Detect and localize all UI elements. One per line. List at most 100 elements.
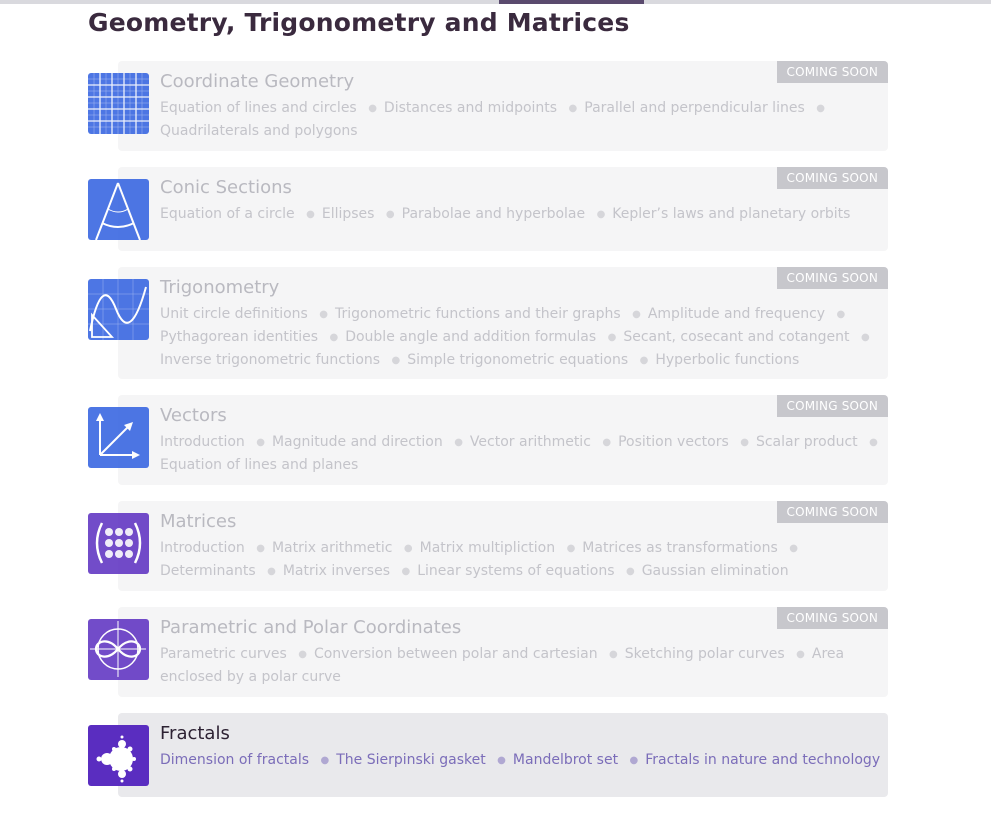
course-title[interactable]: Coordinate Geometry bbox=[160, 71, 354, 92]
topic-link[interactable]: Introduction bbox=[160, 434, 245, 450]
topic-separator-dot: ● bbox=[401, 566, 411, 577]
topic-separator-dot: ● bbox=[639, 355, 649, 366]
topic-separator-dot: ● bbox=[320, 755, 330, 766]
course-title[interactable]: Parametric and Polar Coordinates bbox=[160, 617, 461, 638]
topic-link[interactable]: Determinants bbox=[160, 563, 256, 579]
course-conic-sections[interactable]: Conic Sections Equation of a circle ● Ell… bbox=[88, 167, 888, 251]
topic-link[interactable]: The Sierpinski gasket bbox=[336, 752, 486, 768]
topic-link[interactable]: Parallel and perpendicular lines bbox=[584, 100, 804, 116]
topic-separator-dot: ● bbox=[796, 649, 805, 660]
topic-separator-dot: ● bbox=[267, 566, 276, 577]
topic-link[interactable]: Simple trigonometric equations bbox=[407, 352, 628, 368]
course-coordinate-geometry[interactable]: Coordinate Geometry Equation of lines an… bbox=[88, 61, 888, 151]
course-topics: Introduction ● Matrix arithmetic ● Matrix … bbox=[160, 537, 885, 583]
cone-icon bbox=[88, 179, 149, 240]
topic-separator-dot: ● bbox=[816, 103, 825, 114]
topic-link[interactable]: Ellipses bbox=[322, 206, 375, 222]
sine-wave-icon bbox=[88, 279, 149, 340]
topic-link[interactable]: Equation of a circle bbox=[160, 206, 295, 222]
topic-separator-dot: ● bbox=[403, 543, 413, 554]
topic-link[interactable]: Vector arithmetic bbox=[470, 434, 591, 450]
course-vectors[interactable]: Vectors Introduction ● Magnitude and dire… bbox=[88, 395, 888, 485]
topic-link[interactable]: Scalar product bbox=[756, 434, 858, 450]
topic-separator-dot: ● bbox=[256, 437, 265, 448]
course-topics: Introduction ● Magnitude and direction ● V… bbox=[160, 431, 885, 476]
topic-separator-dot: ● bbox=[568, 103, 578, 114]
course-topics: Dimension of fractals ● The Sierpinski ga… bbox=[160, 749, 885, 772]
topic-link[interactable]: Trigonometric functions and their graphs bbox=[335, 306, 621, 322]
topic-link[interactable]: Kepler’s laws and planetary orbits bbox=[612, 206, 850, 222]
topic-separator-dot: ● bbox=[454, 437, 463, 448]
course-fractals[interactable]: Fractals Dimension of fractals ● The Sier… bbox=[88, 713, 888, 797]
topic-link[interactable]: Sketching polar curves bbox=[625, 646, 785, 662]
course-trigonometry[interactable]: Trigonometry Unit circle definitions ● Tr… bbox=[88, 267, 888, 379]
topic-link[interactable]: Matrix multipliction bbox=[420, 540, 556, 556]
topic-separator-dot: ● bbox=[860, 332, 870, 343]
mandelbrot-icon bbox=[88, 725, 149, 786]
topic-separator-dot: ● bbox=[625, 566, 635, 577]
topic-separator-dot: ● bbox=[869, 437, 878, 448]
topic-link[interactable]: Equation of lines and circles bbox=[160, 100, 357, 116]
topic-link[interactable]: Magnitude and direction bbox=[272, 434, 443, 450]
topic-link[interactable]: Unit circle definitions bbox=[160, 306, 308, 322]
course-title[interactable]: Fractals bbox=[160, 723, 230, 744]
topic-separator-dot: ● bbox=[256, 543, 265, 554]
topic-separator-dot: ● bbox=[306, 209, 315, 220]
topic-link[interactable]: Double angle and addition formulas bbox=[345, 329, 596, 345]
topic-separator-dot: ● bbox=[607, 332, 617, 343]
topic-link[interactable]: Position vectors bbox=[618, 434, 729, 450]
topic-link[interactable]: Matrices as transformations bbox=[582, 540, 778, 556]
topic-link[interactable]: Matrix inverses bbox=[283, 563, 390, 579]
active-tab-indicator bbox=[499, 0, 644, 4]
topic-link[interactable]: Pythagorean identities bbox=[160, 329, 318, 345]
topic-separator-dot: ● bbox=[740, 437, 749, 448]
coming-soon-badge: COMING SOON bbox=[776, 167, 888, 189]
topic-separator-dot: ● bbox=[391, 355, 401, 366]
course-topics: Parametric curves ● Conversion between po… bbox=[160, 643, 885, 688]
topic-separator-dot: ● bbox=[632, 309, 641, 320]
topic-separator-dot: ● bbox=[836, 309, 846, 320]
course-topics: Unit circle definitions ● Trigonometric f… bbox=[160, 303, 885, 372]
topic-link[interactable]: Mandelbrot set bbox=[513, 752, 618, 768]
topic-link[interactable]: Dimension of fractals bbox=[160, 752, 309, 768]
course-title[interactable]: Matrices bbox=[160, 511, 236, 532]
coming-soon-badge: COMING SOON bbox=[776, 607, 888, 629]
topic-separator-dot: ● bbox=[596, 209, 606, 220]
topic-link[interactable]: Distances and midpoints bbox=[384, 100, 557, 116]
topic-separator-dot: ● bbox=[385, 209, 395, 220]
matrix-icon bbox=[88, 513, 149, 574]
topic-separator-dot: ● bbox=[602, 437, 612, 448]
course-matrices[interactable]: Matrices Introduction ● Matrix arithmetic… bbox=[88, 501, 888, 591]
top-progress-rule bbox=[0, 0, 991, 4]
topic-link[interactable]: Fractals in nature and technology bbox=[645, 752, 880, 768]
topic-separator-dot: ● bbox=[329, 332, 339, 343]
topic-link[interactable]: Amplitude and frequency bbox=[648, 306, 825, 322]
topic-separator-dot: ● bbox=[789, 543, 798, 554]
topic-separator-dot: ● bbox=[566, 543, 576, 554]
course-title[interactable]: Trigonometry bbox=[160, 277, 279, 298]
course-topics: Equation of lines and circles ● Distances… bbox=[160, 97, 885, 142]
topic-separator-dot: ● bbox=[298, 649, 307, 660]
course-topics: Equation of a circle ● Ellipses ● Parabola… bbox=[160, 203, 885, 226]
topic-link[interactable]: Matrix arithmetic bbox=[272, 540, 392, 556]
topic-link[interactable]: Parametric curves bbox=[160, 646, 287, 662]
topic-separator-dot: ● bbox=[497, 755, 506, 766]
topic-link[interactable]: Equation of lines and planes bbox=[160, 457, 358, 473]
topic-link[interactable]: Secant, cosecant and cotangent bbox=[623, 329, 849, 345]
course-title[interactable]: Conic Sections bbox=[160, 177, 292, 198]
section-title: Geometry, Trigonometry and Matrices bbox=[88, 8, 630, 37]
vector-arrows-icon bbox=[88, 407, 149, 468]
coming-soon-badge: COMING SOON bbox=[776, 395, 888, 417]
topic-link[interactable]: Conversion between polar and cartesian bbox=[314, 646, 598, 662]
course-title[interactable]: Vectors bbox=[160, 405, 227, 426]
topic-link[interactable]: Inverse trigonometric functions bbox=[160, 352, 380, 368]
topic-link[interactable]: Hyperbolic functions bbox=[655, 352, 799, 368]
topic-link[interactable]: Gaussian elimination bbox=[642, 563, 789, 579]
topic-link[interactable]: Quadrilaterals and polygons bbox=[160, 123, 358, 139]
topic-link[interactable]: Parabolae and hyperbolae bbox=[402, 206, 585, 222]
topic-separator-dot: ● bbox=[368, 103, 377, 114]
topic-link[interactable]: Linear systems of equations bbox=[417, 563, 614, 579]
coming-soon-badge: COMING SOON bbox=[776, 61, 888, 83]
topic-link[interactable]: Introduction bbox=[160, 540, 245, 556]
course-parametric-polar[interactable]: Parametric and Polar Coordinates Paramet… bbox=[88, 607, 888, 697]
